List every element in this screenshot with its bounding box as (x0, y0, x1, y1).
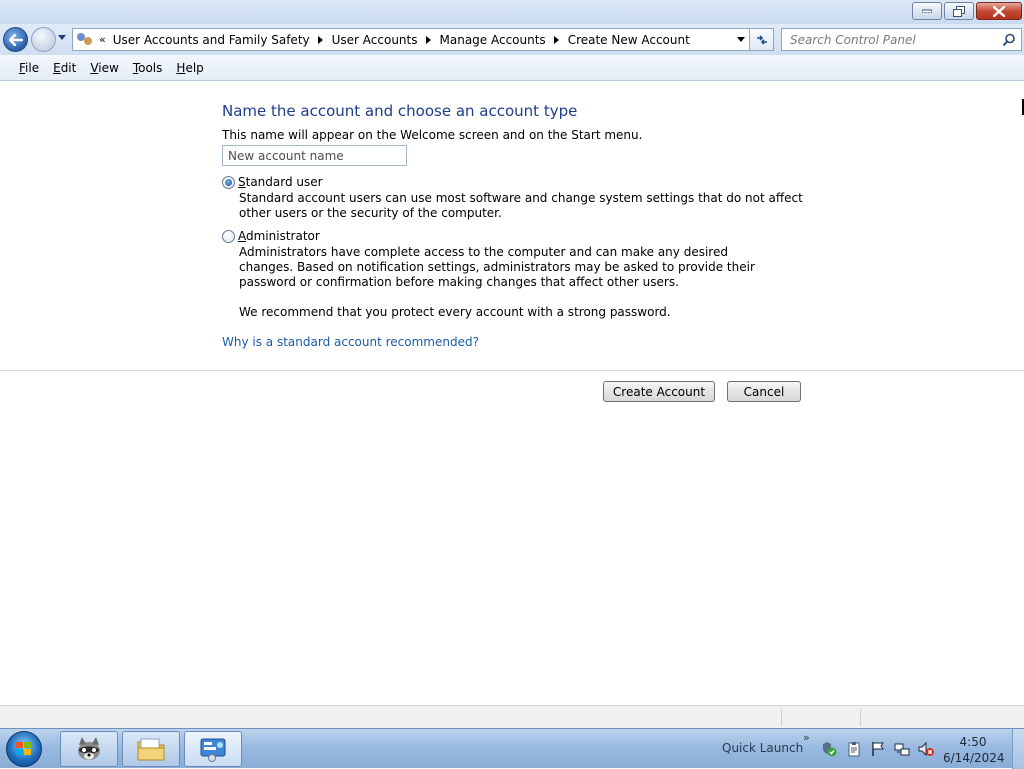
back-arrow-icon (8, 33, 23, 46)
address-overflow-chevron[interactable]: « (99, 33, 106, 46)
refresh-button[interactable] (750, 28, 774, 51)
create-account-button[interactable]: Create Account (603, 381, 715, 402)
standard-user-description: Standard account users can use most soft… (239, 191, 803, 220)
navigation-bar: « User Accounts and Family Safety User A… (0, 24, 1024, 55)
standard-user-radio[interactable] (222, 176, 235, 189)
administrator-radio[interactable] (222, 230, 235, 243)
close-icon (993, 5, 1005, 17)
page-title: Name the account and choose an account t… (222, 102, 578, 120)
menu-view[interactable]: View (83, 58, 125, 78)
minimize-icon (922, 9, 932, 13)
file-explorer-icon (137, 738, 165, 761)
breadcrumb-arrow-icon[interactable] (317, 35, 323, 44)
clipboard-icon[interactable] (846, 741, 862, 757)
system-clock[interactable]: 4:50 6/14/2024 (943, 734, 1005, 766)
restore-button[interactable] (944, 2, 974, 20)
cancel-button[interactable]: Cancel (727, 381, 801, 402)
menu-help[interactable]: Help (169, 58, 210, 78)
back-button[interactable] (3, 27, 28, 52)
network-icon[interactable] (894, 741, 910, 757)
search-icon[interactable] (1002, 33, 1016, 47)
taskbar-file-explorer[interactable] (122, 731, 180, 767)
breadcrumb-manage-accounts[interactable]: Manage Accounts (440, 33, 546, 47)
account-name-input[interactable] (222, 145, 407, 166)
taskbar-control-panel[interactable] (184, 731, 242, 767)
address-bar[interactable]: « User Accounts and Family Safety User A… (72, 28, 750, 51)
show-desktop-button[interactable] (1012, 729, 1024, 769)
quick-launch-chevron[interactable]: » (803, 731, 810, 744)
raccoon-app-icon (78, 737, 100, 760)
administrator-description: Administrators have complete access to t… (239, 245, 755, 289)
flag-icon[interactable] (870, 741, 886, 757)
status-bar (0, 705, 1024, 728)
standard-user-label[interactable]: Standard user (238, 175, 323, 189)
taskbar-raccoon-app[interactable] (60, 731, 118, 767)
breadcrumb-user-accounts-family-safety[interactable]: User Accounts and Family Safety (113, 33, 310, 47)
security-shield-icon[interactable] (821, 741, 837, 757)
minimize-button[interactable] (912, 2, 942, 20)
title-bar (0, 0, 1024, 24)
name-description: This name will appear on the Welcome scr… (222, 128, 643, 142)
start-button[interactable] (6, 731, 42, 767)
breadcrumb-user-accounts[interactable]: User Accounts (332, 33, 418, 47)
password-recommendation: We recommend that you protect every acco… (239, 305, 671, 319)
clock-time: 4:50 (959, 735, 987, 749)
content-area: Name the account and choose an account t… (0, 81, 1024, 705)
taskbar: Quick Launch » 4:50 6/14/2024 (0, 728, 1024, 769)
control-panel-icon (77, 32, 93, 47)
clock-date: 6/14/2024 (943, 751, 1005, 765)
menu-tools[interactable]: Tools (126, 58, 170, 78)
volume-muted-icon[interactable] (918, 741, 934, 757)
windows-logo-icon (16, 742, 31, 755)
status-divider (860, 709, 861, 726)
why-standard-account-link[interactable]: Why is a standard account recommended? (222, 335, 479, 349)
close-button[interactable] (976, 2, 1022, 20)
control-panel-icon (200, 738, 226, 762)
divider (0, 370, 1024, 371)
menu-file[interactable]: File (12, 58, 46, 78)
breadcrumb-create-new-account[interactable]: Create New Account (568, 33, 690, 47)
recent-pages-dropdown[interactable] (58, 35, 66, 40)
breadcrumb-arrow-icon[interactable] (553, 35, 559, 44)
address-dropdown-icon[interactable] (737, 37, 745, 42)
restore-icon (953, 5, 965, 17)
menu-edit[interactable]: Edit (46, 58, 83, 78)
search-input[interactable] (788, 29, 998, 50)
breadcrumb-arrow-icon[interactable] (425, 35, 431, 44)
window-controls (910, 2, 1022, 20)
status-divider (781, 709, 782, 726)
refresh-icon (756, 34, 767, 45)
administrator-label[interactable]: Administrator (238, 229, 320, 243)
forward-button[interactable] (31, 27, 56, 52)
menu-bar: File Edit View Tools Help (0, 55, 1024, 81)
search-box[interactable] (781, 28, 1022, 51)
quick-launch-label[interactable]: Quick Launch (722, 741, 803, 755)
